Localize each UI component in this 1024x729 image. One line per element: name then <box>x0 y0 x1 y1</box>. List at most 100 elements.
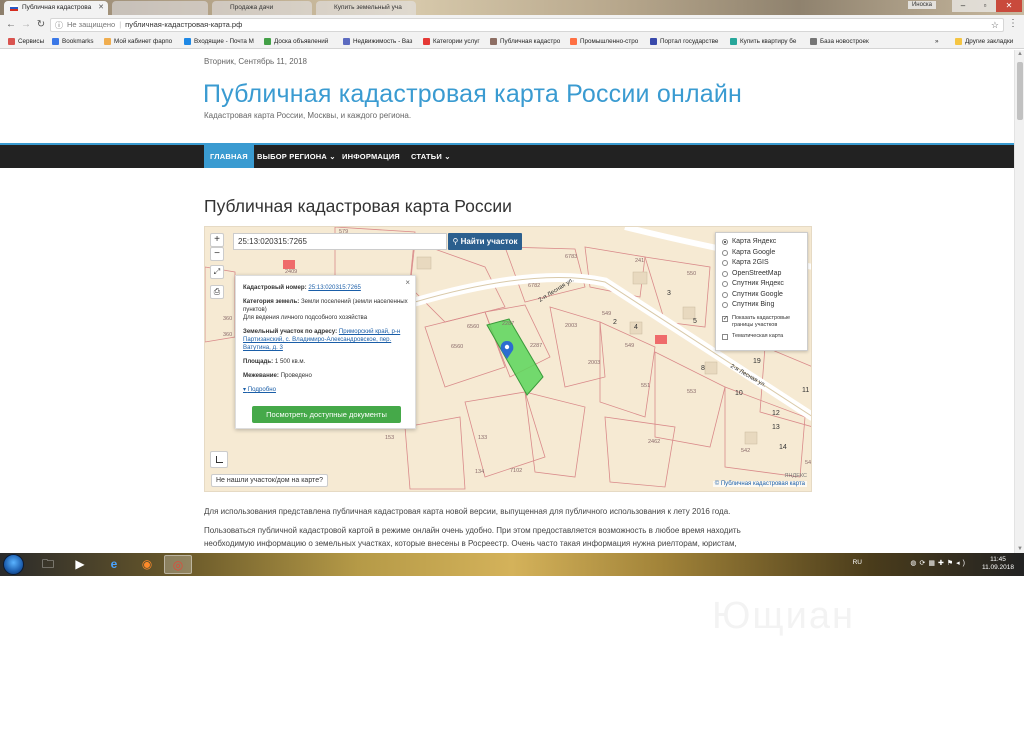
layer-bing-satellite[interactable]: Спутник Bing <box>721 300 802 311</box>
network-icon[interactable]: ▦ <box>928 560 938 567</box>
layer-google-map[interactable]: Карта Google <box>721 248 802 259</box>
tab-2[interactable] <box>112 1 208 15</box>
plot-number: 54 <box>805 460 811 466</box>
tab-3[interactable]: Продажа дачи <box>212 1 312 15</box>
tab-close-icon[interactable]: ✕ <box>98 1 104 15</box>
scroll-up-icon[interactable]: ▲ <box>1015 51 1024 57</box>
house-number: 13 <box>772 424 780 431</box>
browser-toolbar: ← → ↻ ⓘ Не защищено | публичная-кадастрова… <box>0 15 1024 35</box>
find-parcel-button[interactable]: ⚲ Найти участок <box>448 233 522 250</box>
clock-time: 11:45 <box>990 556 1006 563</box>
site-title[interactable]: Публичная кадастровая карта России онлай… <box>203 80 742 109</box>
radio-icon <box>722 281 728 287</box>
tab-label: Купить земельный уча <box>334 4 402 11</box>
zoom-out-button[interactable]: − <box>210 247 224 261</box>
fullscreen-icon[interactable]: ⤢ <box>210 265 224 279</box>
scrollbar-thumb[interactable] <box>1017 62 1023 120</box>
other-bookmarks[interactable]: Другие закладки <box>955 37 1013 47</box>
bookmark-item[interactable]: База новостроек <box>810 37 869 47</box>
page-viewport: Вторник, Сентябрь 11, 2018 Публичная кад… <box>0 50 1024 553</box>
select-area-icon <box>216 456 223 463</box>
info-icon[interactable]: ⓘ <box>55 20 63 32</box>
layer-2gis-map[interactable]: Карта 2GIS <box>721 258 802 269</box>
street-label: 2-я Лесная ул. <box>729 364 767 389</box>
nav-info[interactable]: ИНФОРМАЦИЯ <box>336 145 406 168</box>
scroll-down-icon[interactable]: ▼ <box>1015 546 1024 552</box>
star-icon <box>52 38 59 45</box>
cadastral-map[interactable]: 2-я Лесная ул. 2-я Лесная ул. 579 6783 2… <box>204 226 812 492</box>
cadnum-link[interactable]: 25:13:020315:7265 <box>308 284 361 291</box>
volume-icon[interactable]: ◂) <box>956 560 968 567</box>
apps-grid-icon <box>8 38 15 45</box>
internet-explorer-icon[interactable]: e <box>100 555 128 574</box>
firefox-icon[interactable]: ◉ <box>133 555 161 574</box>
window-controls: – ▫ ✕ <box>952 0 1022 12</box>
plot-number: 360 <box>223 316 232 322</box>
bookmark-item[interactable]: Портал государстве <box>650 37 718 47</box>
tab-4[interactable]: Купить земельный уча <box>316 1 416 15</box>
radio-icon <box>722 239 728 245</box>
antivirus-icon[interactable]: ✚ <box>938 560 947 567</box>
folder-icon <box>955 38 962 45</box>
media-player-icon[interactable]: ▶ <box>66 555 94 574</box>
survey-value: Проведено <box>280 372 312 379</box>
zoom-in-button[interactable]: + <box>210 233 224 247</box>
map-credit-link[interactable]: © Публичная кадастровая карта <box>712 481 807 487</box>
bookmarks-overflow[interactable]: » <box>935 37 939 47</box>
layer-yandex-map[interactable]: Карта Яндекс <box>721 237 802 248</box>
not-found-button[interactable]: Не нашли участок/дом на карте? <box>211 474 328 487</box>
show-borders-checkbox[interactable]: ✓ Показать кадастровые границы участков <box>721 315 802 329</box>
cadastral-search-input[interactable]: 25:13:020315:7265 <box>233 233 447 250</box>
reload-icon[interactable]: ↻ <box>34 18 48 32</box>
popup-close-icon[interactable]: × <box>405 279 410 287</box>
flag-icon[interactable]: ⚑ <box>947 560 956 567</box>
nav-region[interactable]: ВЫБОР РЕГИОНА ⌄ <box>251 145 342 168</box>
layer-google-satellite[interactable]: Спутник Google <box>721 290 802 301</box>
maximize-icon[interactable]: ▫ <box>974 0 996 12</box>
bookmark-item[interactable]: Публичная кадастро <box>490 37 560 47</box>
bookmark-apps[interactable]: Сервисы <box>8 37 44 47</box>
plot-number: 134 <box>475 469 484 475</box>
bookmark-item[interactable]: Недвижимость - Ваз <box>343 37 412 47</box>
profile-chip[interactable]: Иноска <box>907 1 936 9</box>
address-label: Земельный участок по адресу: <box>243 328 338 335</box>
thematic-map-checkbox[interactable]: Тематическая карта <box>721 333 802 340</box>
bookmark-item[interactable]: Доска объявлений <box>264 37 328 47</box>
plot-number: 542 <box>741 448 750 454</box>
print-icon[interactable]: ⎙ <box>210 285 224 299</box>
nav-articles[interactable]: СТАТЬИ ⌄ <box>405 145 457 168</box>
clock-date: 11.09.2018 <box>981 564 1015 571</box>
layer-yandex-satellite[interactable]: Спутник Яндекс <box>721 279 802 290</box>
address-bar[interactable]: ⓘ Не защищено | публичная-кадастровая-карт… <box>50 18 1004 32</box>
window-close-icon[interactable]: ✕ <box>996 0 1022 12</box>
clock[interactable]: 11:45 11.09.2018 <box>976 556 1020 572</box>
building <box>704 361 718 375</box>
parcel-info-popup: × Кадастровый номер: 25:13:020315:7265 К… <box>235 275 416 429</box>
forward-icon[interactable]: → <box>19 18 33 32</box>
page-scrollbar[interactable]: ▲ ▼ <box>1014 50 1024 553</box>
bookmark-item[interactable]: Промышленно-стро <box>570 37 638 47</box>
layer-osm[interactable]: OpenStreetMap <box>721 269 802 280</box>
bookmark-item[interactable]: Мой кабинет фарпо <box>104 37 172 47</box>
menu-icon[interactable]: ⋮ <box>1008 18 1018 29</box>
view-documents-button[interactable]: Посмотреть доступные документы <box>252 406 401 423</box>
bookmark-star-icon[interactable]: ☆ <box>991 19 999 31</box>
search-icon: ⚲ <box>452 237 461 246</box>
radio-icon <box>722 260 728 266</box>
chrome-icon[interactable]: ◎ <box>164 555 192 574</box>
more-details-link[interactable]: ▾ Подробно <box>243 386 408 394</box>
back-icon[interactable]: ← <box>4 18 18 32</box>
bookmark-item[interactable]: Входящие - Почта M <box>184 37 254 47</box>
bookmark-item[interactable]: Bookmarks <box>52 37 94 47</box>
explorer-icon[interactable]: 🗀 <box>34 555 62 574</box>
plot-number: 549 <box>625 343 634 349</box>
selected-parcel[interactable] <box>486 318 544 396</box>
start-button[interactable] <box>3 554 24 575</box>
bookmark-item[interactable]: Категории услуг <box>423 37 480 47</box>
minimize-icon[interactable]: – <box>952 0 974 12</box>
tab-active[interactable]: Публичная кадастрова ✕ <box>4 1 108 15</box>
select-area-button[interactable] <box>210 451 228 468</box>
nav-home[interactable]: ГЛАВНАЯ <box>204 145 254 168</box>
bookmark-item[interactable]: Купить квартиру бе <box>730 37 796 47</box>
language-indicator[interactable]: RU <box>853 559 862 566</box>
